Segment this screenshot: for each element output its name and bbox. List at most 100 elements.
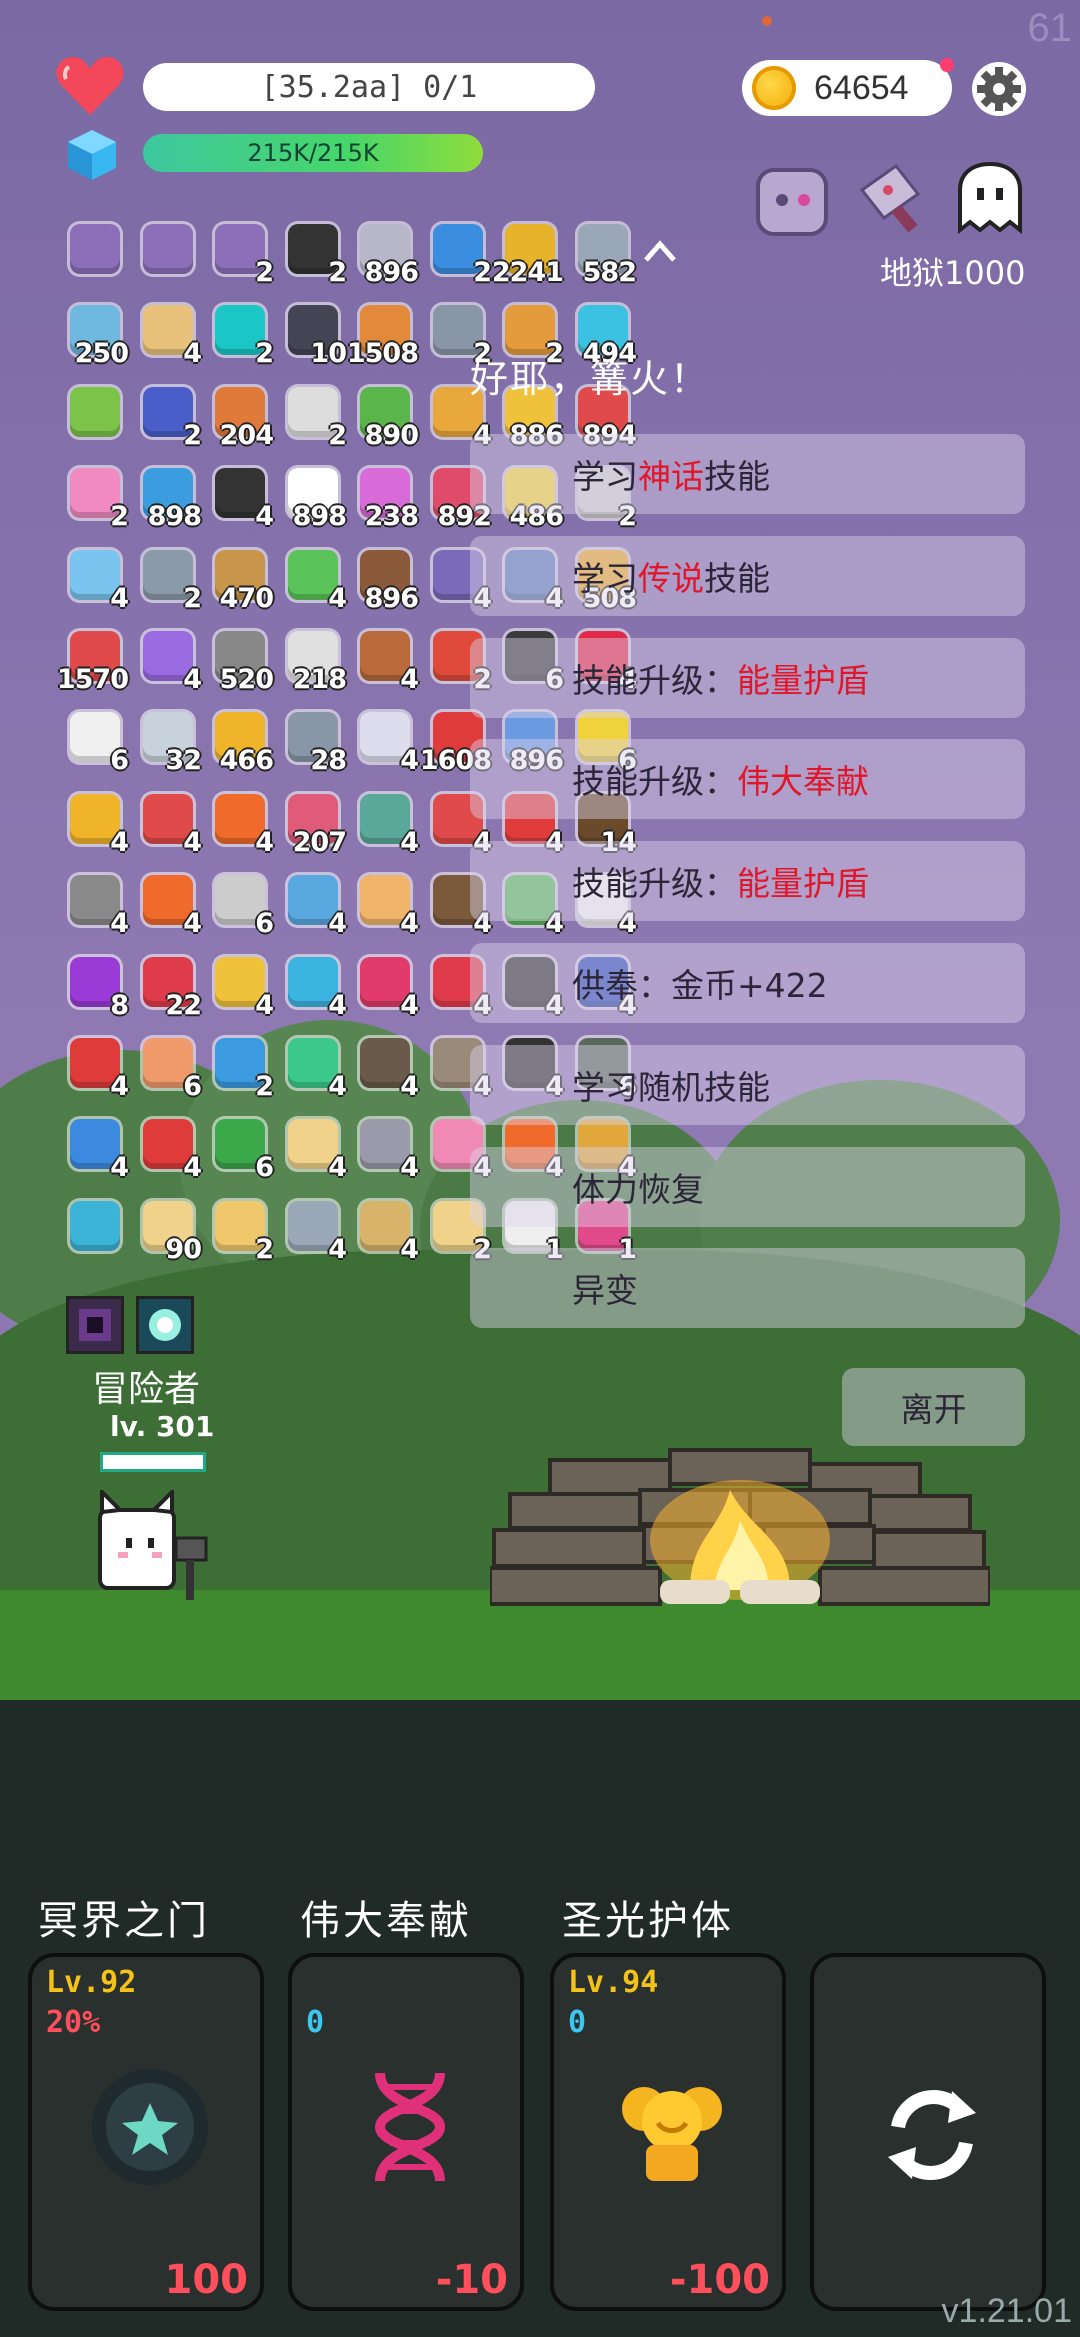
snake-icon[interactable]: 6 [211,1117,274,1183]
map3-icon[interactable]: 4 [356,1199,419,1265]
chat-icon[interactable]: 6 [66,710,129,776]
hook-icon[interactable]: 4 [66,873,129,939]
potion-icon[interactable]: 896 [356,222,419,288]
campfire-option[interactable]: 供奉：金币+422 [470,943,1025,1023]
meat-icon[interactable]: 4 [356,629,419,695]
campfire-option[interactable]: 技能升级： 能量护盾 [470,638,1025,718]
map2-icon[interactable]: 2 [211,1199,274,1265]
mace-icon[interactable]: 2 [139,548,202,614]
swirl-icon[interactable]: 2 [211,303,274,369]
campfire-option[interactable]: 学习 神话 技能 [470,434,1025,514]
flower-icon[interactable]: 898 [284,466,347,532]
campfire-option[interactable]: 学习随机技能 [470,1045,1025,1125]
shield-icon[interactable]: 4 [139,792,202,858]
option-text-post: 技能 [704,559,770,598]
strawberry-icon[interactable]: 22 [139,955,202,1021]
tools-icon[interactable]: 4 [66,1117,129,1183]
pineapple-icon[interactable]: 2241 [492,222,564,288]
letter-icon[interactable] [139,222,197,280]
mortar-icon[interactable]: 4 [356,1036,419,1102]
orb-icon[interactable]: 8 [66,955,129,1021]
boss-demon-icon[interactable] [752,160,832,240]
item-count: 4 [400,664,419,695]
tablet-icon[interactable]: 4 [284,548,347,614]
player-cat-sprite[interactable] [90,1490,220,1610]
helmet-icon[interactable]: 2 [284,222,347,288]
donut-icon[interactable]: 896 [356,548,419,614]
boss-cleaver-icon[interactable] [852,160,932,240]
gravestone-icon[interactable]: 520 [211,629,274,695]
map-icon[interactable]: 90 [139,1199,202,1265]
skill-card[interactable]: Lv.94 0 -100 [550,1953,786,2311]
bubble-icon[interactable]: 898 [139,466,202,532]
icecream-icon[interactable]: 2 [66,466,129,532]
scroll-icon[interactable]: 4 [284,955,347,1021]
crown-icon[interactable]: 6 [139,1036,202,1102]
scroll-icon[interactable]: 4 [139,303,202,369]
item-count: 4 [400,990,419,1021]
collapse-chevron-up-icon[interactable] [640,232,680,272]
menu-icon[interactable]: 4 [356,873,419,939]
card-icon[interactable]: 2 [429,222,492,288]
fire-icon[interactable]: 4 [139,873,202,939]
sword-icon[interactable]: 582 [574,222,637,288]
mail-icon[interactable]: 32 [139,710,202,776]
mushroom2-icon[interactable]: 4 [66,1036,129,1102]
heart-plus-icon[interactable]: 4 [356,1117,419,1183]
cycle-icon[interactable] [66,1199,124,1257]
campfire-option[interactable]: 技能升级： 能量护盾 [470,841,1025,921]
settings-gear-icon[interactable] [970,60,1028,118]
wand-icon[interactable]: 4 [66,792,129,858]
meteor-icon[interactable]: 204 [211,385,274,451]
buff-dark-icon[interactable] [66,1296,124,1354]
skill-card[interactable]: Lv.92 20% 100 [28,1953,264,2311]
flask-icon[interactable]: 890 [356,385,419,451]
campfire-option[interactable]: 学习 传说 技能 [470,536,1025,616]
hp-text: [35.2aa] 0/1 [260,69,478,105]
refresh-skills-button[interactable] [810,1953,1046,2311]
swords-icon[interactable]: 4 [284,1199,347,1265]
thermo-icon[interactable]: 4 [139,1117,202,1183]
leave-button[interactable]: 离开 [842,1368,1025,1446]
bulb-icon[interactable]: 4 [356,710,419,776]
item-count: 250 [74,338,129,369]
fireball-icon[interactable]: 4 [211,792,274,858]
letter-icon[interactable]: 2 [211,222,274,288]
tulip-icon[interactable]: 238 [356,466,419,532]
cards-icon[interactable]: 2 [284,385,347,451]
jar-icon[interactable]: 207 [284,792,347,858]
bat-icon[interactable]: 4 [211,466,274,532]
genie-icon[interactable]: 4 [284,1036,347,1102]
letter-icon[interactable] [66,222,124,280]
ghost-icon[interactable]: 4 [356,792,419,858]
cloud-icon[interactable]: 28 [284,710,347,776]
lime-icon[interactable] [66,385,124,443]
dagger-icon[interactable]: 10 [284,303,347,369]
hat-icon[interactable]: 2 [139,385,202,451]
campfire-option[interactable]: 体力恢复 [470,1147,1025,1227]
flag-icon[interactable]: 218 [284,629,347,695]
item-count: 4 [255,501,274,532]
item-count: 4 [110,1152,129,1183]
watermelon-icon[interactable]: 1570 [57,629,129,695]
buff-light-icon[interactable] [136,1296,194,1354]
campfire-option[interactable]: 异变 [470,1248,1025,1328]
option-text-pre: 体力恢复 [572,1170,704,1209]
book-icon[interactable]: 1508 [347,303,419,369]
cloak-icon[interactable]: 250 [66,303,129,369]
ring-icon[interactable]: 4 [211,955,274,1021]
wand-icon[interactable]: 4 [139,629,202,695]
gold-counter[interactable]: 64654 [742,60,952,116]
pin2-icon[interactable]: 4 [284,873,347,939]
boss-ghost-icon[interactable] [950,160,1030,240]
drop-icon[interactable]: 4 [356,955,419,1021]
question-icon[interactable]: 6 [211,873,274,939]
item-count: 4 [110,827,129,858]
angel-icon[interactable]: 4 [284,1117,347,1183]
campfire-option[interactable]: 技能升级： 伟大奉献 [470,739,1025,819]
frame-icon[interactable]: 4 [66,548,129,614]
target-icon[interactable]: 2 [211,1036,274,1102]
sunflower-icon[interactable]: 466 [211,710,274,776]
bow-icon[interactable]: 470 [211,548,274,614]
skill-card[interactable]: 0 -10 [288,1953,524,2311]
